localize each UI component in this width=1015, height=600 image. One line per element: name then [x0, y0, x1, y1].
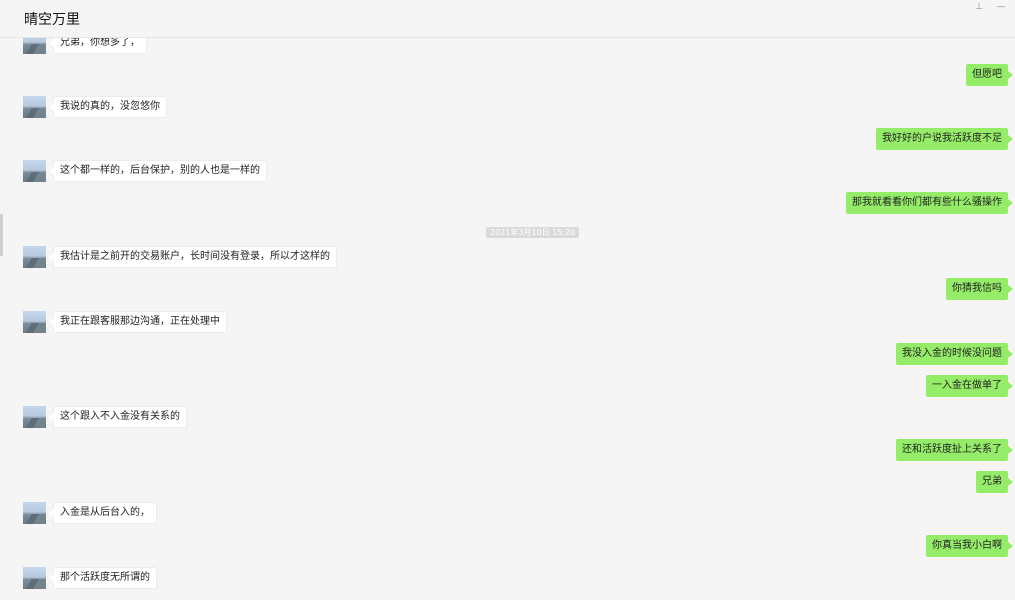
message-row: 我说的真的，没忽悠你	[0, 96, 1015, 118]
message-row: 我估计是之前开的交易账户，长时间没有登录，所以才这样的	[0, 246, 1015, 268]
message-row: 那个活跃度无所谓的	[0, 567, 1015, 589]
avatar[interactable]	[23, 246, 46, 268]
pin-icon[interactable]: ⊥	[972, 1, 986, 13]
message-row: 这个跟入不入金没有关系的	[0, 406, 1015, 428]
message-bubble-incoming[interactable]: 我估计是之前开的交易账户，长时间没有登录，所以才这样的	[49, 246, 337, 268]
avatar[interactable]	[23, 311, 46, 333]
chat-header: 晴空万里 ⊥ —	[0, 0, 1015, 38]
message-bubble-incoming[interactable]: 我说的真的，没忽悠你	[49, 96, 167, 118]
message-row: 你真当我小白啊	[0, 535, 1015, 557]
message-row: 但愿吧	[0, 64, 1015, 86]
message-row: 一入金在做单了	[0, 375, 1015, 397]
avatar[interactable]	[23, 502, 46, 524]
message-row: 那我就看看你们都有些什么骚操作	[0, 192, 1015, 214]
message-row: 兄弟	[0, 471, 1015, 493]
message-list: 兄弟，你想多了， 但愿吧 我说的真的，没忽悠你 我好好的户说我活跃度不足 这个都…	[0, 38, 1015, 600]
message-bubble-outgoing[interactable]: 你真当我小白啊	[926, 535, 1013, 557]
avatar[interactable]	[23, 96, 46, 118]
message-bubble-outgoing[interactable]: 我好好的户说我活跃度不足	[876, 128, 1013, 150]
message-row: 我正在跟客服那边沟通，正在处理中	[0, 311, 1015, 333]
message-bubble-incoming[interactable]: 这个跟入不入金没有关系的	[49, 406, 187, 428]
message-bubble-outgoing[interactable]: 兄弟	[976, 471, 1013, 493]
message-row: 我好好的户说我活跃度不足	[0, 128, 1015, 150]
message-bubble-incoming[interactable]: 这个都一样的，后台保护，别的人也是一样的	[49, 160, 267, 182]
message-row: 还和活跃度扯上关系了	[0, 439, 1015, 461]
minimize-icon[interactable]: —	[994, 1, 1008, 13]
chat-title: 晴空万里	[24, 12, 80, 28]
avatar[interactable]	[23, 406, 46, 428]
message-bubble-outgoing[interactable]: 那我就看看你们都有些什么骚操作	[846, 192, 1013, 214]
avatar[interactable]	[23, 567, 46, 589]
message-bubble-incoming[interactable]: 兄弟，你想多了，	[49, 38, 147, 54]
message-bubble-outgoing[interactable]: 你猜我信吗	[946, 278, 1013, 300]
message-row: 兄弟，你想多了，	[0, 38, 1015, 54]
message-bubble-outgoing[interactable]: 一入金在做单了	[926, 375, 1013, 397]
message-bubble-incoming[interactable]: 我正在跟客服那边沟通，正在处理中	[49, 311, 227, 333]
message-bubble-outgoing[interactable]: 还和活跃度扯上关系了	[896, 439, 1013, 461]
timestamp: 2021年3月10日 15:20	[486, 227, 580, 238]
message-row: 我没入金的时候没问题	[0, 343, 1015, 365]
message-bubble-outgoing[interactable]: 我没入金的时候没问题	[896, 343, 1013, 365]
message-bubble-incoming[interactable]: 入金是从后台入的，	[49, 502, 157, 524]
message-row: 这个都一样的，后台保护，别的人也是一样的	[0, 160, 1015, 182]
message-row: 入金是从后台入的，	[0, 502, 1015, 524]
message-row: 你猜我信吗	[0, 278, 1015, 300]
message-bubble-incoming[interactable]: 那个活跃度无所谓的	[49, 567, 157, 589]
avatar[interactable]	[23, 38, 46, 54]
message-bubble-outgoing[interactable]: 但愿吧	[966, 64, 1013, 86]
avatar[interactable]	[23, 160, 46, 182]
